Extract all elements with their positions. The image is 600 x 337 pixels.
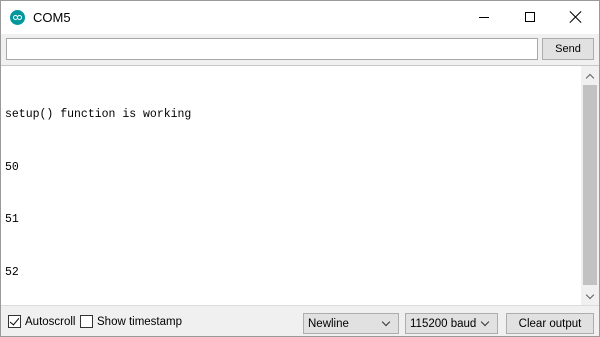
- close-button[interactable]: [553, 1, 599, 33]
- chevron-down-icon: [585, 290, 595, 299]
- scroll-down-button[interactable]: [581, 288, 599, 304]
- output-lines: setup() function is working 50 51 52: [5, 71, 191, 316]
- scroll-up-button[interactable]: [581, 68, 599, 84]
- timestamp-checkbox[interactable]: [80, 315, 93, 328]
- chevron-up-icon: [585, 73, 595, 82]
- close-icon: [570, 11, 582, 23]
- vertical-scrollbar[interactable]: [581, 65, 599, 305]
- minimize-icon: [479, 16, 489, 18]
- baud-rate-value: 115200 baud: [410, 317, 477, 330]
- autoscroll-option[interactable]: Autoscroll: [8, 315, 76, 328]
- chevron-down-icon: [381, 317, 391, 327]
- output-line: 51: [5, 213, 19, 226]
- bottom-toolbar: Autoscroll Show timestamp Newline 115200…: [1, 305, 599, 336]
- baud-rate-select[interactable]: 115200 baud: [405, 313, 498, 334]
- scrollbar-thumb[interactable]: [583, 85, 597, 285]
- maximize-icon: [525, 12, 535, 22]
- minimize-button[interactable]: [461, 1, 507, 33]
- serial-output-area[interactable]: setup() function is working 50 51 52: [1, 65, 581, 305]
- clear-output-button[interactable]: Clear output: [506, 313, 594, 334]
- serial-monitor-window: COM5 Send setup() function is working 50…: [0, 0, 600, 337]
- send-button[interactable]: Send: [542, 38, 594, 60]
- serial-input-field[interactable]: [6, 38, 538, 60]
- output-line: setup() function is working: [5, 108, 192, 121]
- send-row: Send: [1, 34, 599, 64]
- autoscroll-label: Autoscroll: [25, 315, 76, 328]
- maximize-button[interactable]: [507, 1, 553, 33]
- line-ending-value: Newline: [308, 317, 349, 330]
- chevron-down-icon: [480, 317, 490, 327]
- arduino-icon: [10, 10, 25, 25]
- output-line: 50: [5, 160, 19, 174]
- window-title: COM5: [33, 10, 71, 25]
- autoscroll-checkbox[interactable]: [8, 315, 21, 328]
- title-bar: COM5: [1, 1, 599, 34]
- line-ending-select[interactable]: Newline: [303, 313, 399, 334]
- timestamp-option[interactable]: Show timestamp: [80, 315, 182, 328]
- timestamp-label: Show timestamp: [97, 315, 183, 328]
- output-line: 52: [5, 265, 19, 279]
